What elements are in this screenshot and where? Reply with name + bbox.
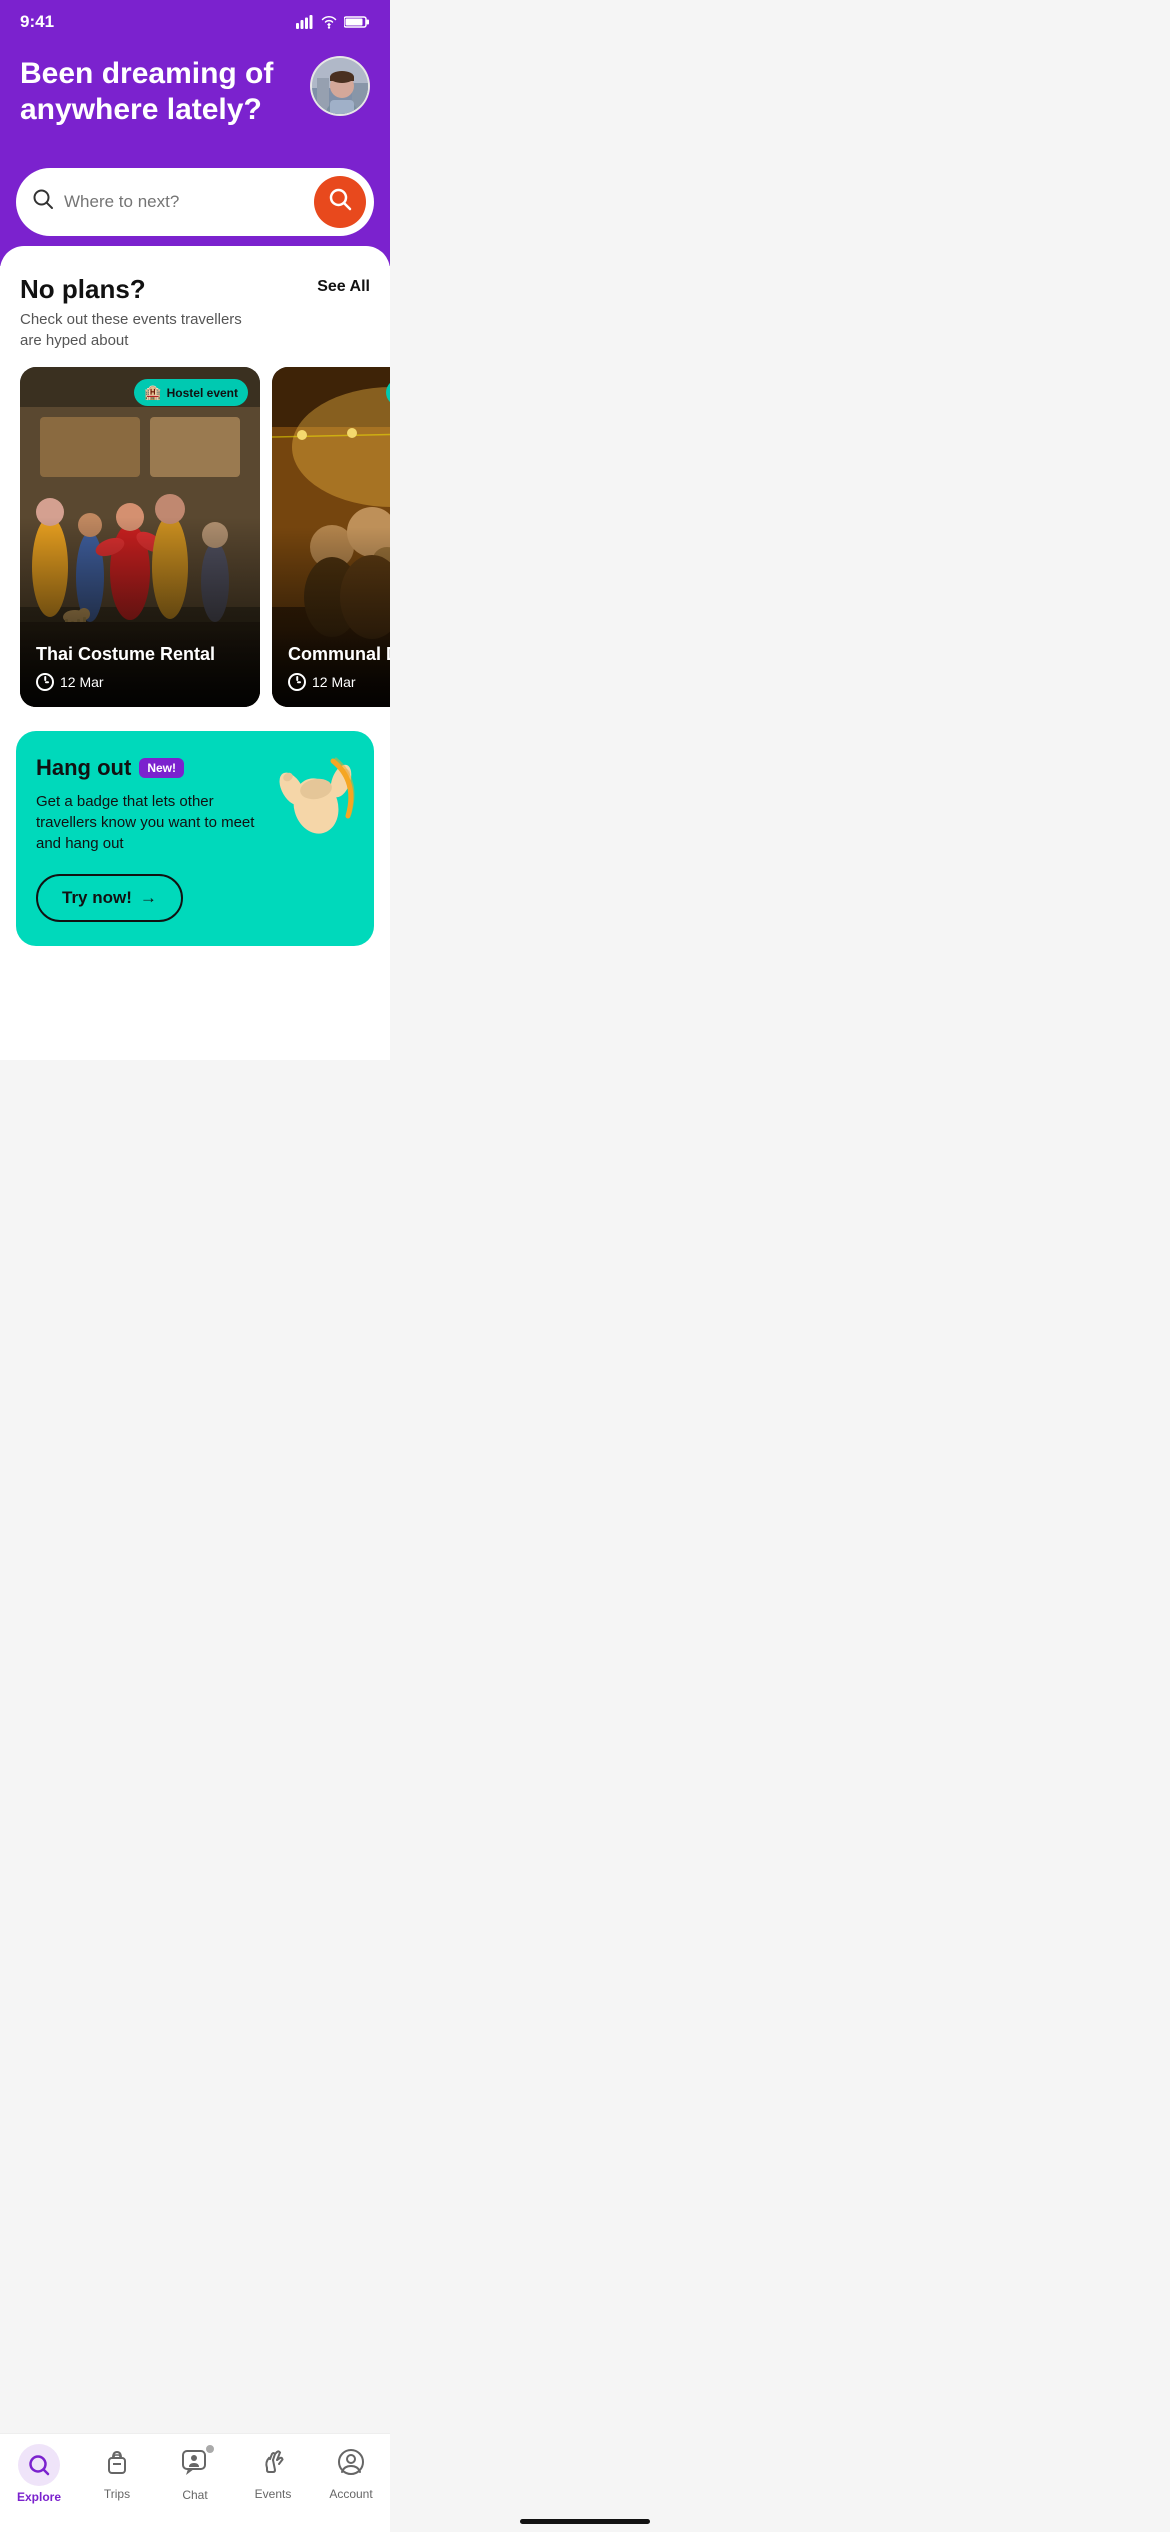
- status-icons: [296, 15, 370, 29]
- explore-label: Explore: [17, 2490, 61, 2504]
- hangout-banner: Hang out New! Get a badge that lets othe…: [16, 731, 374, 946]
- arrow-icon: →: [140, 888, 157, 908]
- event-title-thai: Thai Costume Rental: [36, 644, 244, 665]
- page-title: Been dreaming of anywhere lately?: [20, 56, 290, 128]
- clock-icon-thai: [36, 673, 54, 691]
- try-now-label: Try now!: [62, 888, 132, 908]
- nav-item-chat[interactable]: Chat: [165, 2447, 225, 2502]
- nav-item-account[interactable]: Account: [321, 2448, 381, 2501]
- account-label: Account: [329, 2487, 372, 2501]
- search-icon-left: [32, 188, 54, 216]
- hangout-title: Hang out: [36, 755, 131, 781]
- home-indicator: [520, 2519, 650, 2524]
- explore-circle: [18, 2444, 60, 2486]
- status-bar: 9:41: [0, 0, 390, 40]
- main-content: No plans? Check out these events travell…: [0, 246, 390, 1060]
- search-input[interactable]: [64, 192, 304, 212]
- event-cards-scroll: 🏨 Hostel event Thai Costume Rental 12 Ma…: [0, 367, 390, 707]
- account-icon: [337, 2448, 365, 2483]
- see-all-button[interactable]: See All: [317, 274, 370, 296]
- bottom-nav: Explore Trips Chat: [0, 2433, 390, 2532]
- section-title: No plans?: [20, 274, 250, 305]
- event-info-communal: Communal Dinn... 12 Mar: [272, 628, 390, 707]
- clock-icon-communal: [288, 673, 306, 691]
- event-info-thai: Thai Costume Rental 12 Mar: [20, 628, 260, 707]
- chat-icon: [180, 2447, 210, 2484]
- events-label: Events: [255, 2487, 292, 2501]
- event-card-thai[interactable]: 🏨 Hostel event Thai Costume Rental 12 Ma…: [20, 367, 260, 707]
- section-header: No plans? Check out these events travell…: [0, 274, 390, 351]
- hostel-icon-thai: 🏨: [144, 384, 161, 401]
- signal-icon: [296, 15, 314, 29]
- search-button-icon: [328, 187, 352, 217]
- event-badge-thai: 🏨 Hostel event: [134, 379, 248, 406]
- hangout-description: Get a badge that lets other travellers k…: [36, 791, 256, 854]
- trips-icon: [103, 2448, 131, 2483]
- avatar[interactable]: [310, 56, 370, 116]
- status-time: 9:41: [20, 12, 54, 32]
- header: Been dreaming of anywhere lately?: [0, 40, 390, 168]
- nav-item-trips[interactable]: Trips: [87, 2448, 147, 2501]
- battery-icon: [344, 15, 370, 29]
- nav-item-explore[interactable]: Explore: [9, 2444, 69, 2504]
- event-title-communal: Communal Dinn...: [288, 644, 390, 665]
- new-badge: New!: [139, 758, 184, 778]
- chat-label: Chat: [182, 2488, 207, 2502]
- hangout-emoji: [278, 751, 358, 846]
- explore-icon: [27, 2453, 51, 2477]
- section-subtitle: Check out these events travellers are hy…: [20, 309, 250, 351]
- search-button[interactable]: [314, 176, 366, 228]
- event-date-communal: 12 Mar: [288, 673, 390, 691]
- badge-label-thai: Hostel event: [167, 386, 238, 400]
- search-bar[interactable]: [16, 168, 374, 236]
- try-now-button[interactable]: Try now! →: [36, 874, 183, 922]
- wifi-icon: [320, 15, 338, 29]
- trips-label: Trips: [104, 2487, 130, 2501]
- chat-notification-badge: [204, 2443, 216, 2455]
- events-icon: [259, 2448, 287, 2483]
- event-date-thai: 12 Mar: [36, 673, 244, 691]
- nav-item-events[interactable]: Events: [243, 2448, 303, 2501]
- event-card-communal[interactable]: 🏨 Hostel event Communal Dinn... 12 Mar: [272, 367, 390, 707]
